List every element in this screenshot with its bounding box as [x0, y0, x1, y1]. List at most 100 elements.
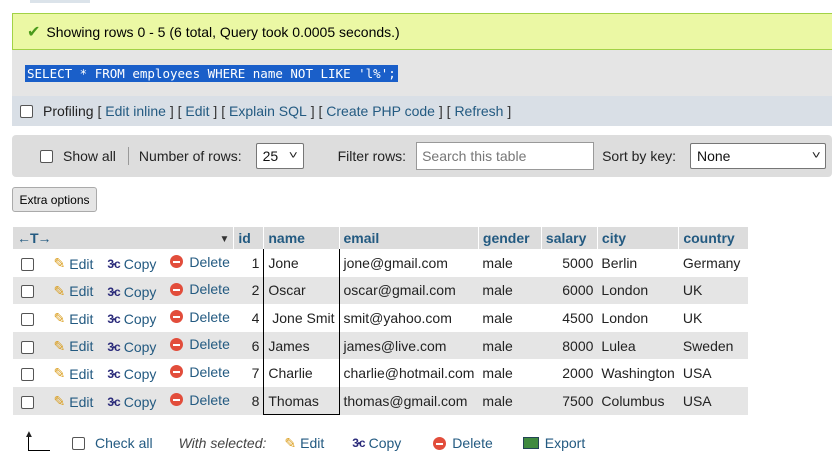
row-copy-button[interactable]: 3·c Copy	[107, 339, 156, 355]
column-header-city[interactable]: city	[596, 227, 679, 249]
sql-query-text[interactable]: SELECT * FROM employees WHERE name NOT L…	[25, 65, 398, 82]
row-edit-button[interactable]: ✎ Edit	[54, 393, 94, 410]
profiling-checkbox[interactable]	[20, 104, 33, 118]
extra-options-button[interactable]: Extra options	[12, 187, 97, 212]
cell-name[interactable]: Thomas	[263, 386, 340, 416]
row-edit-button[interactable]: ✎ Edit	[54, 255, 94, 272]
row-edit-button[interactable]: ✎ Edit	[54, 365, 94, 382]
row-edit-button[interactable]: ✎ Edit	[54, 338, 94, 355]
cell-city[interactable]: Berlin	[597, 249, 679, 277]
refresh-link[interactable]: Refresh	[454, 103, 503, 119]
row-checkbox[interactable]	[20, 368, 34, 382]
row-delete-button[interactable]: Delete	[170, 392, 230, 408]
cell-city[interactable]: London	[597, 276, 679, 305]
column-header-salary[interactable]: salary	[540, 227, 598, 249]
row-edit-button[interactable]: ✎ Edit	[54, 310, 94, 327]
filter-rows-input[interactable]: Search this table	[416, 142, 595, 170]
cell-gender[interactable]: male	[478, 249, 542, 277]
row-copy-button[interactable]: 3·c Copy	[107, 284, 156, 300]
row-delete-button[interactable]: Delete	[170, 281, 230, 297]
row-checkbox[interactable]	[20, 313, 34, 327]
cell-email[interactable]: jone@gmail.com	[339, 249, 479, 277]
cell-id[interactable]: 6	[233, 331, 264, 360]
row-delete-button[interactable]: Delete	[170, 254, 230, 270]
row-actions: ✎ Edit 3·c Copy Delete	[12, 359, 234, 387]
column-header-email[interactable]: email	[338, 227, 479, 249]
cell-country[interactable]: USA	[678, 386, 748, 415]
sort-by-key-select[interactable]: None ˅	[690, 143, 826, 169]
cell-country[interactable]: USA	[678, 359, 748, 387]
cell-salary[interactable]: 5000	[541, 249, 598, 277]
cell-country[interactable]: Germany	[678, 249, 748, 277]
cell-gender[interactable]: male	[478, 276, 542, 305]
row-checkbox[interactable]	[20, 395, 34, 409]
cell-salary[interactable]: 2000	[541, 359, 598, 387]
cell-email[interactable]: charlie@hotmail.com	[339, 359, 479, 387]
export-button[interactable]: Export	[522, 435, 585, 451]
number-of-rows-select[interactable]: 25 ˅	[255, 143, 304, 169]
cell-country[interactable]: UK	[678, 304, 748, 332]
cell-email[interactable]: thomas@gmail.com	[339, 386, 479, 415]
cell-gender[interactable]: male	[478, 331, 542, 360]
cell-city[interactable]: London	[597, 304, 679, 332]
cell-salary[interactable]: 6000	[541, 276, 598, 305]
row-edit-button[interactable]: ✎ Edit	[54, 283, 94, 300]
column-header-id[interactable]: id	[233, 227, 264, 249]
cell-salary[interactable]: 4500	[541, 304, 598, 332]
cell-country[interactable]: UK	[678, 276, 748, 305]
row-copy-button[interactable]: 3·c Copy	[107, 366, 156, 382]
row-copy-button[interactable]: 3·c Copy	[107, 394, 156, 410]
cell-id[interactable]: 1	[233, 249, 264, 277]
edit-link[interactable]: Edit	[185, 103, 209, 119]
column-header-name[interactable]: name	[263, 227, 339, 249]
bulk-edit-button[interactable]: ✎ Edit	[284, 435, 324, 452]
bulk-delete-button[interactable]: Delete	[433, 435, 493, 451]
cell-gender[interactable]: male	[478, 386, 542, 415]
row-delete-button[interactable]: Delete	[170, 336, 230, 352]
cell-email[interactable]: james@live.com	[339, 331, 479, 360]
row-checkbox[interactable]	[20, 257, 34, 271]
check-all-checkbox[interactable]	[72, 436, 85, 450]
cell-id[interactable]: 4	[233, 304, 264, 332]
show-all-checkbox[interactable]	[40, 149, 53, 163]
row-edit-label: Edit	[69, 338, 94, 355]
row-checkbox[interactable]	[20, 340, 34, 354]
create-php-code-link[interactable]: Create PHP code	[326, 103, 435, 119]
cell-name[interactable]: Jone	[263, 249, 340, 277]
row-copy-button[interactable]: 3·c Copy	[107, 311, 156, 327]
cell-gender[interactable]: male	[478, 359, 542, 387]
sort-dropdown-icon[interactable]: ▼	[219, 234, 229, 245]
cell-name[interactable]: Oscar	[263, 276, 340, 305]
cell-id[interactable]: 7	[233, 359, 264, 387]
edit-inline-link[interactable]: Edit inline	[105, 103, 166, 119]
cell-salary[interactable]: 7500	[541, 386, 598, 415]
column-resize-arrows-icon[interactable]: ←T→	[17, 230, 52, 246]
cell-name[interactable]: James	[263, 331, 340, 360]
cell-country[interactable]: Sweden	[678, 331, 748, 360]
cell-email[interactable]: smit@yahoo.com	[339, 304, 479, 332]
column-header-country[interactable]: country	[678, 227, 748, 249]
check-all-link[interactable]: Check all	[95, 435, 153, 451]
column-header-gender[interactable]: gender	[477, 227, 542, 249]
cell-email[interactable]: oscar@gmail.com	[339, 276, 479, 305]
row-actions: ✎ Edit 3·c Copy Delete	[12, 276, 234, 305]
bulk-copy-button[interactable]: 3·c Copy	[352, 435, 401, 451]
row-copy-button[interactable]: 3·c Copy	[107, 256, 156, 272]
cell-city[interactable]: Columbus	[597, 386, 679, 415]
row-delete-button[interactable]: Delete	[170, 364, 230, 380]
table-row: ✎ Edit 3·c Copy Delete 8 Thomas thomas@gmail.co…	[12, 386, 748, 416]
cell-city[interactable]: Lulea	[597, 331, 679, 360]
cell-id[interactable]: 8	[233, 386, 264, 415]
cell-name[interactable]: Jone Smit	[263, 304, 340, 332]
explain-sql-link[interactable]: Explain SQL	[229, 103, 307, 119]
cell-city[interactable]: Washington	[597, 359, 679, 387]
table-row: ✎ Edit 3·c Copy Delete 4 Jone Smit smit@yahoo.…	[12, 304, 748, 332]
cell-name[interactable]: Charlie	[263, 359, 340, 387]
row-delete-label: Delete	[189, 308, 230, 325]
cell-gender[interactable]: male	[478, 304, 542, 332]
results-table: ←T→ ▼ id name email gender salary city c…	[11, 227, 748, 416]
cell-id[interactable]: 2	[233, 276, 264, 305]
cell-salary[interactable]: 8000	[541, 331, 598, 360]
row-checkbox[interactable]	[20, 285, 34, 299]
row-delete-button[interactable]: Delete	[170, 308, 230, 325]
